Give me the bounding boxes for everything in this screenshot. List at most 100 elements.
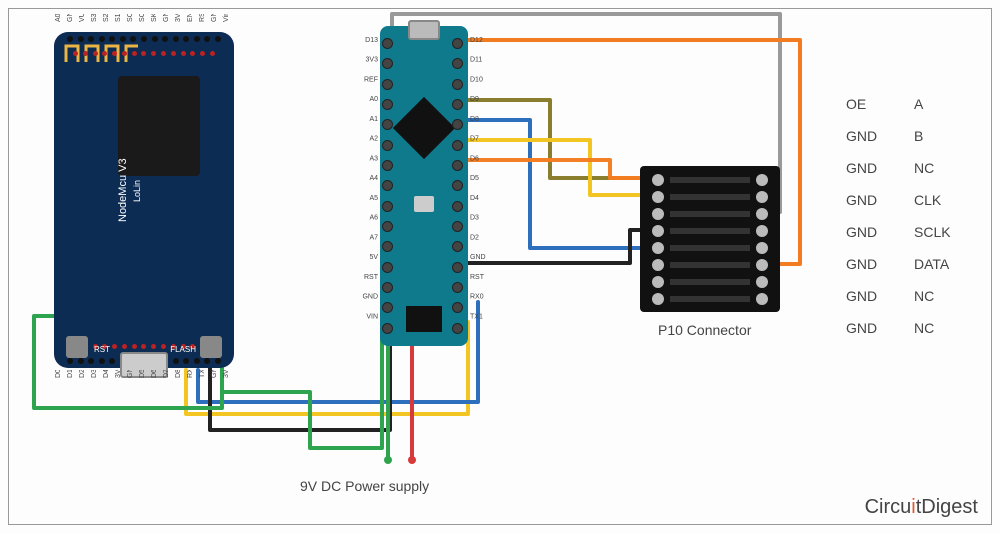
arduino-nano-board [380, 26, 468, 346]
nodemcu-sub: LoLin [132, 180, 142, 202]
nano-labels-left: D13 3V3 REF A0 A1 A2 A3 A4 A5 A6 A7 5V RST GND VIN [362, 26, 380, 346]
nodemcu-pins-top [66, 36, 222, 42]
flash-label: FLASH [170, 345, 196, 354]
nm-labels-top: A0 GND VU S3 S2 S1 SC SO SK GND 3V3 EN RST GND Vin [54, 14, 234, 30]
atmega-chip [393, 97, 455, 159]
nm-labels-bot: D0 D1 D2 D3 D4 3V3 GND D5 D6 D7 D8 RX TX GND 3V3 [54, 370, 234, 386]
nodemcu-brand: NodeMcu V3 [117, 158, 129, 222]
svg-text:GND: GND [67, 14, 74, 22]
svg-text:D6: D6 [151, 370, 158, 378]
p10-left-1: GND [846, 128, 896, 144]
nano-pins-left [382, 38, 396, 334]
p10-left-0: OE [846, 96, 896, 112]
svg-text:RST: RST [470, 274, 485, 281]
svg-text:D4: D4 [103, 370, 110, 378]
p10-left-6: GND [846, 288, 896, 304]
svg-text:GND: GND [211, 14, 218, 22]
svg-text:GND: GND [127, 370, 134, 378]
svg-text:SK: SK [151, 14, 158, 22]
flash-button [200, 336, 222, 358]
p10-left-5: GND [846, 256, 896, 272]
svg-text:A0: A0 [55, 14, 62, 22]
p10-left-7: GND [846, 320, 896, 336]
svg-text:S1: S1 [115, 14, 122, 22]
svg-text:A7: A7 [369, 234, 378, 241]
svg-text:D11: D11 [470, 57, 482, 64]
svg-text:D7: D7 [163, 370, 170, 378]
svg-text:GND: GND [163, 14, 170, 22]
svg-text:D7: D7 [470, 136, 479, 143]
p10-right-5: DATA [914, 256, 964, 272]
svg-text:3V3: 3V3 [175, 14, 182, 22]
svg-text:3V3: 3V3 [223, 370, 230, 378]
p10-right-6: NC [914, 288, 964, 304]
svg-text:REF: REF [364, 76, 378, 83]
rst-button [66, 336, 88, 358]
svg-text:RX0: RX0 [470, 294, 484, 301]
svg-text:TX1: TX1 [470, 313, 483, 320]
p10-left-3: GND [846, 192, 896, 208]
p10-right-3: CLK [914, 192, 964, 208]
nano-reset-button [414, 196, 434, 212]
svg-text:D1: D1 [67, 370, 74, 378]
circuitdigest-logo: CircuitDigest [865, 496, 978, 519]
p10-connector [640, 166, 780, 312]
svg-text:GND: GND [470, 254, 486, 261]
svg-text:D8: D8 [175, 370, 182, 378]
svg-text:A1: A1 [369, 116, 378, 123]
nano-pins-right [452, 38, 466, 334]
svg-text:VU: VU [79, 14, 86, 22]
svg-text:D8: D8 [470, 116, 479, 123]
icsp-header [406, 306, 442, 332]
nodemcu-leds-top [72, 50, 216, 57]
svg-text:D4: D4 [470, 195, 479, 202]
svg-text:A4: A4 [369, 175, 378, 182]
p10-left-2: GND [846, 160, 896, 176]
p10-caption: P10 Connector [658, 322, 751, 338]
svg-text:A5: A5 [369, 195, 378, 202]
p10-right-0: A [914, 96, 964, 112]
svg-text:S2: S2 [103, 14, 110, 22]
svg-text:D3: D3 [91, 370, 98, 378]
svg-text:D12: D12 [470, 37, 483, 44]
svg-text:5V: 5V [369, 254, 378, 261]
svg-text:A6: A6 [369, 215, 378, 222]
nano-labels-right: D12D11D10D9D8D7D6D5D4D3D2GNDRSTRX0TX1 [468, 26, 488, 346]
svg-text:D0: D0 [55, 370, 62, 378]
svg-text:VIN: VIN [366, 313, 378, 320]
svg-text:D3: D3 [470, 215, 479, 222]
svg-text:Vin: Vin [223, 14, 230, 22]
power-supply-label: 9V DC Power supply [300, 478, 429, 494]
svg-text:RST: RST [364, 274, 379, 281]
svg-text:D5: D5 [139, 370, 146, 378]
nodemcu-board: NodeMcu V3 LoLin RST FLASH [54, 32, 234, 368]
svg-text:3V3: 3V3 [366, 57, 379, 64]
svg-text:S3: S3 [91, 14, 98, 22]
p10-right-2: NC [914, 160, 964, 176]
svg-text:3V3: 3V3 [115, 370, 122, 378]
p10-left-4: GND [846, 224, 896, 240]
svg-text:D13: D13 [365, 37, 378, 44]
svg-text:RX: RX [187, 370, 194, 378]
nodemcu-silkscreen: NodeMcu V3 LoLin [54, 32, 234, 368]
svg-text:D5: D5 [470, 175, 479, 182]
svg-text:A3: A3 [369, 155, 378, 162]
svg-text:A2: A2 [369, 136, 378, 143]
p10-right-7: NC [914, 320, 964, 336]
svg-text:SO: SO [139, 14, 146, 22]
svg-text:D2: D2 [79, 370, 86, 378]
p10-right-1: B [914, 128, 964, 144]
svg-text:A0: A0 [369, 96, 378, 103]
svg-text:SC: SC [127, 14, 134, 22]
rst-label: RST [94, 345, 110, 354]
mini-usb-icon [408, 20, 440, 40]
svg-text:RST: RST [199, 14, 206, 22]
svg-text:GND: GND [362, 294, 378, 301]
svg-text:TX: TX [199, 370, 206, 378]
svg-text:D10: D10 [470, 76, 483, 83]
svg-text:D9: D9 [470, 96, 479, 103]
svg-text:GND: GND [211, 370, 218, 378]
svg-text:EN: EN [187, 14, 194, 22]
p10-right-4: SCLK [914, 224, 964, 240]
svg-text:D6: D6 [470, 155, 479, 162]
